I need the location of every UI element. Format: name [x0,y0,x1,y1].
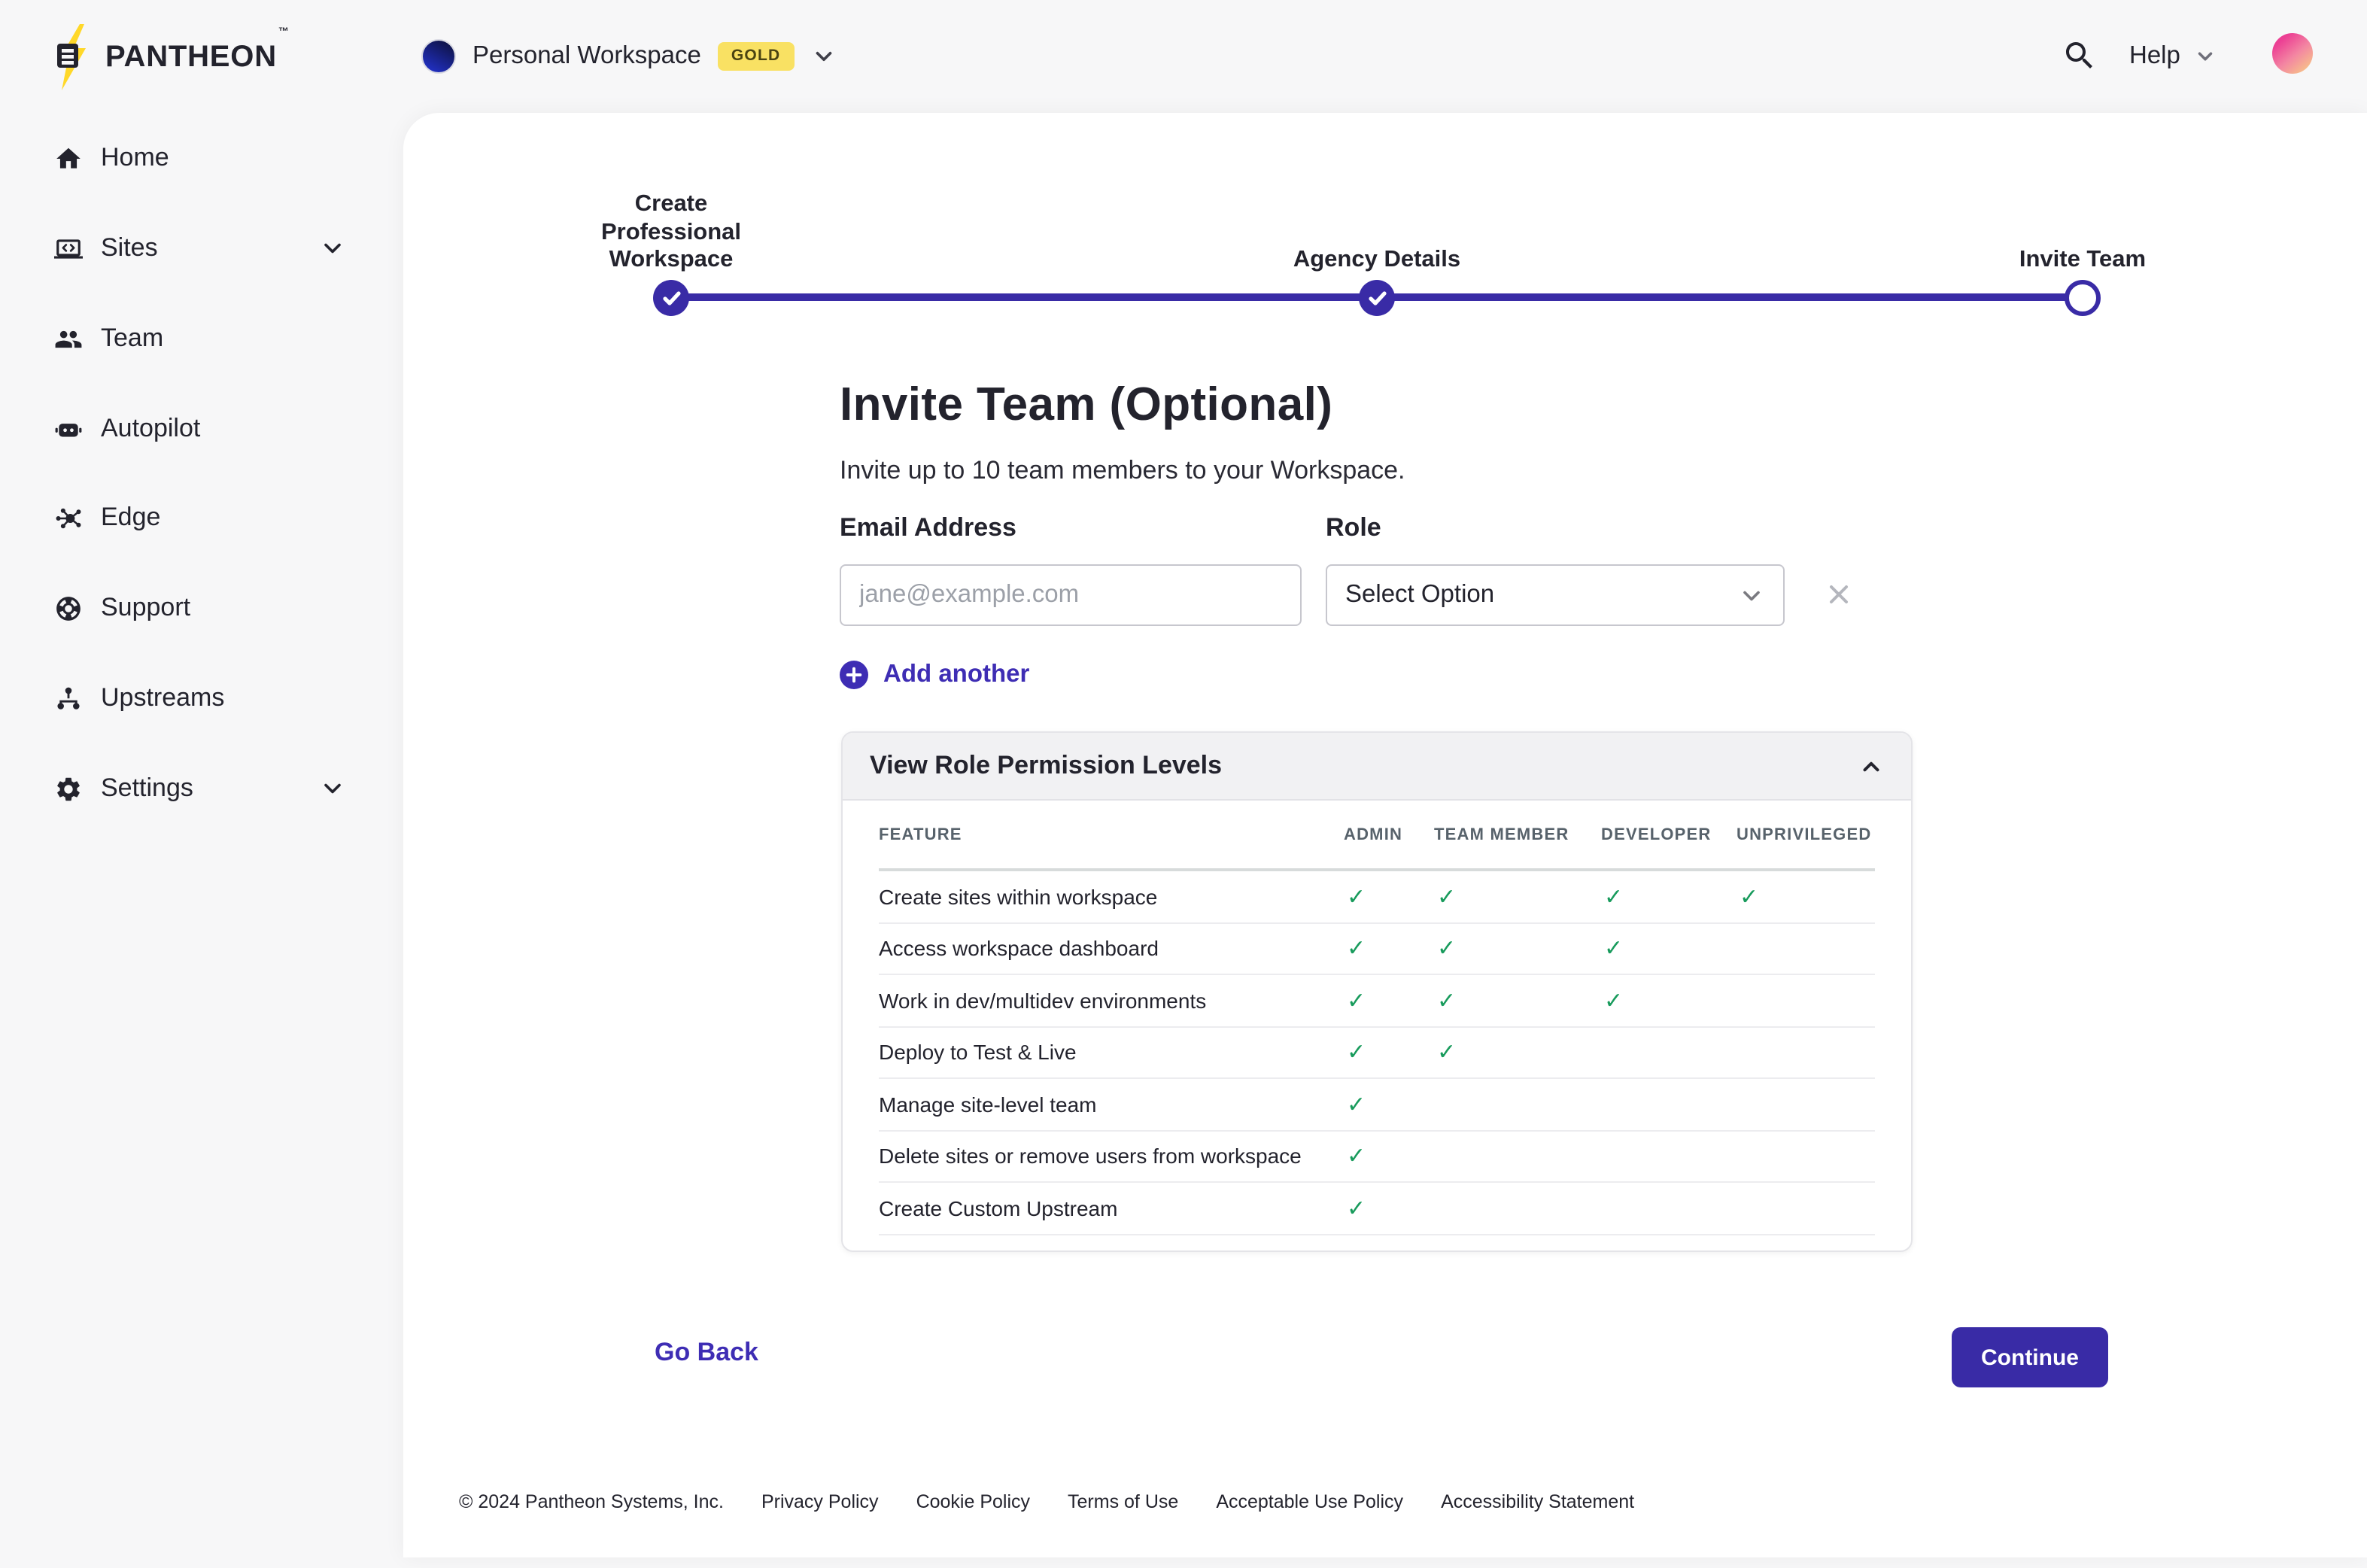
check-admin: ✓ [1344,1039,1434,1066]
autopilot-icon [54,415,83,443]
role-permissions-panel: View Role Permission Levels FEATURE ADMI… [841,731,1913,1252]
table-row: Create sites within workspace ✓ ✓ ✓ ✓ [879,871,1875,923]
col-team-member: TEAM MEMBER [1434,825,1601,843]
table-row: Deploy to Test & Live ✓ ✓ [879,1027,1875,1079]
page-subtitle: Invite up to 10 team members to your Wor… [840,456,1405,486]
sidebar-item-settings[interactable]: Settings [0,752,403,825]
col-feature: FEATURE [879,825,1344,843]
role-label: Role [1326,513,1381,543]
sidebar-item-upstreams[interactable]: Upstreams [0,662,403,734]
upstreams-icon [54,684,83,713]
sidebar-item-sites[interactable]: Sites [0,212,403,284]
workspace-switcher[interactable]: Personal Workspace GOLD [421,0,836,113]
step-label-agency-details: Agency Details [1211,179,1542,275]
footer: © 2024 Pantheon Systems, Inc. Privacy Po… [459,1491,1634,1512]
pantheon-bolt-icon [50,24,95,90]
help-label: Help [2129,42,2180,71]
home-icon [54,144,83,172]
continue-button[interactable]: Continue [1952,1327,2108,1387]
logo-wordmark: PANTHEON™ [105,40,287,74]
page-title: Invite Team (Optional) [840,378,1332,432]
check-team-member: ✓ [1434,935,1601,962]
chevron-down-icon [319,235,346,262]
check-admin: ✓ [1344,935,1434,962]
user-avatar[interactable] [2272,33,2313,74]
table-row: Work in dev/multidev environments ✓ ✓ ✓ [879,975,1875,1027]
table-row: Access workspace dashboard ✓ ✓ ✓ [879,923,1875,975]
check-admin: ✓ [1344,883,1434,910]
workspace-avatar [421,39,456,74]
sidebar: Home Sites Team Autopilot [0,113,403,1568]
table-row: Create Custom Upstream ✓ [879,1183,1875,1235]
check-icon [1367,290,1387,306]
col-admin: ADMIN [1344,825,1434,843]
permissions-table: FEATURE ADMIN TEAM MEMBER DEVELOPER UNPR… [843,801,1911,1235]
check-admin: ✓ [1344,1143,1434,1170]
plus-icon [840,661,868,689]
check-team-member: ✓ [1434,883,1601,910]
team-icon [54,324,83,353]
chevron-down-icon [810,44,836,69]
step-dot-complete-1[interactable] [653,280,689,316]
support-icon [54,594,83,622]
workspace-name: Personal Workspace [472,42,701,71]
check-unprivileged: ✓ [1737,883,1878,910]
check-admin: ✓ [1344,987,1434,1014]
role-select-value: Select Option [1345,581,1494,609]
search-icon[interactable] [2062,38,2098,74]
step-dot-current[interactable] [2065,280,2101,316]
panel-title: View Role Permission Levels [870,751,1222,781]
settings-icon [54,774,83,803]
email-field[interactable] [840,564,1302,626]
edge-icon [54,503,83,532]
sidebar-item-team[interactable]: Team [0,302,403,375]
check-developer: ✓ [1601,935,1737,962]
chevron-down-icon [1738,582,1765,609]
footer-link-terms[interactable]: Terms of Use [1068,1491,1178,1512]
step-dot-complete-2[interactable] [1359,280,1395,316]
step-label-invite-team: Invite Team [1917,179,2248,275]
chevron-down-icon [2194,45,2217,68]
permissions-table-header: FEATURE ADMIN TEAM MEMBER DEVELOPER UNPR… [879,801,1875,871]
footer-link-accessibility[interactable]: Accessibility Statement [1441,1491,1634,1512]
chevron-down-icon [319,775,346,802]
check-icon [661,290,681,306]
role-select[interactable]: Select Option [1326,564,1785,626]
check-team-member: ✓ [1434,987,1601,1014]
workspace-plan-badge: GOLD [718,43,794,71]
check-admin: ✓ [1344,1195,1434,1222]
sidebar-item-autopilot[interactable]: Autopilot [0,393,403,465]
help-menu[interactable]: Help [2129,0,2217,113]
main-content-card: Create Professional Workspace Agency Det… [403,113,2367,1557]
footer-link-privacy[interactable]: Privacy Policy [761,1491,879,1512]
sidebar-item-edge[interactable]: Edge [0,482,403,554]
add-another-button[interactable]: Add another [840,661,1029,689]
col-developer: DEVELOPER [1601,825,1737,843]
table-row: Manage site-level team ✓ [879,1079,1875,1131]
sites-icon [54,234,83,263]
panel-header-toggle[interactable]: View Role Permission Levels [843,733,1911,801]
add-another-label: Add another [883,661,1029,689]
go-back-link[interactable]: Go Back [655,1338,758,1368]
sidebar-item-home[interactable]: Home [0,122,403,194]
header-right: Help [1916,0,2367,113]
table-row: Delete sites or remove users from worksp… [879,1131,1875,1183]
pantheon-logo[interactable]: PANTHEON™ [50,24,287,90]
col-unprivileged: UNPRIVILEGED [1737,825,1878,843]
chevron-up-icon [1858,753,1884,779]
app-viewport: PANTHEON™ Personal Workspace GOLD Help H… [0,0,2367,1568]
step-label-create-workspace: Create Professional Workspace [506,179,837,275]
remove-row-icon[interactable] [1824,579,1854,609]
footer-link-acceptable-use[interactable]: Acceptable Use Policy [1216,1491,1403,1512]
check-team-member: ✓ [1434,1039,1601,1066]
copyright: © 2024 Pantheon Systems, Inc. [459,1491,724,1512]
app-root: PANTHEON™ Personal Workspace GOLD Help H… [0,0,2367,1568]
email-label: Email Address [840,513,1016,543]
footer-link-cookie[interactable]: Cookie Policy [916,1491,1030,1512]
check-developer: ✓ [1601,987,1737,1014]
check-admin: ✓ [1344,1091,1434,1118]
sidebar-item-support[interactable]: Support [0,572,403,644]
check-developer: ✓ [1601,883,1737,910]
